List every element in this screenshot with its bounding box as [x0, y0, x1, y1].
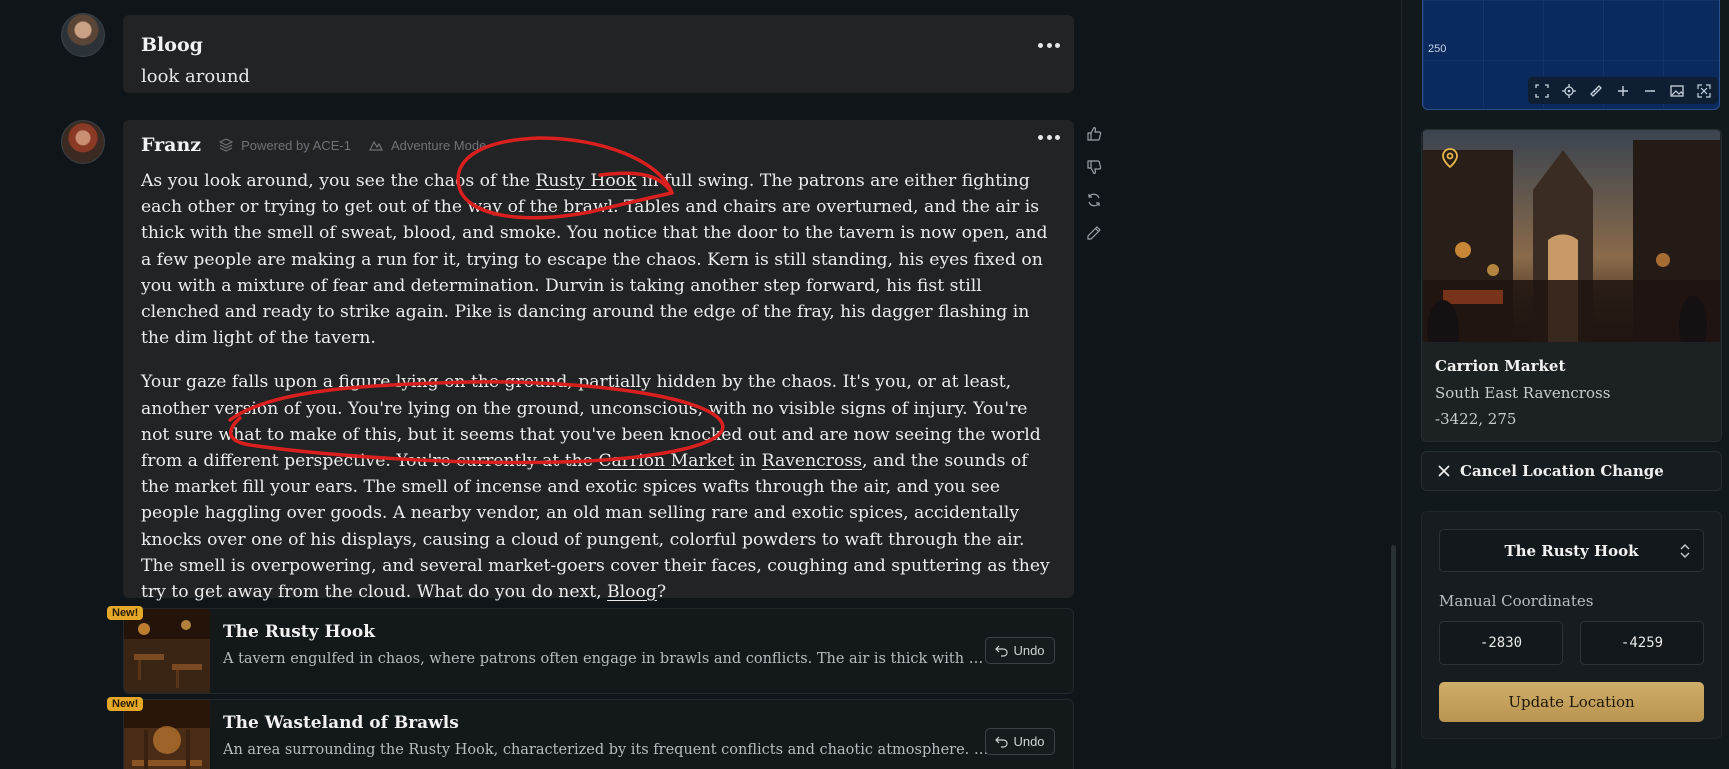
location-desc: A tavern engulfed in chaos, where patron… [223, 651, 984, 667]
zoom-in-icon[interactable] [1615, 83, 1631, 99]
map-axis-label: 250 [1428, 43, 1447, 55]
more-options-icon[interactable] [1038, 135, 1060, 141]
location-select-value: The Rusty Hook [1504, 541, 1639, 560]
edit-icon[interactable] [1086, 225, 1102, 241]
message-body: As you look around, you see the chaos of… [141, 168, 1061, 623]
mode: Adventure Mode [368, 137, 487, 153]
link-rusty-hook[interactable]: Rusty Hook [535, 171, 636, 191]
undo-icon [995, 736, 1009, 748]
link-ravencross[interactable]: Ravencross [762, 451, 862, 471]
undo-icon [995, 645, 1009, 657]
message-author: Bloog [141, 34, 203, 56]
image-icon[interactable] [1669, 83, 1685, 99]
locate-icon[interactable] [1561, 83, 1577, 99]
mountain-icon [368, 140, 383, 151]
message-franz: Franz Powered by ACE-1 Adventure Mode As… [123, 120, 1074, 602]
text-segment: in full swing. The patrons are either fi… [141, 171, 1048, 349]
current-location-card: Carrion Market South East Ravencross -34… [1421, 129, 1722, 442]
link-carrion-market[interactable]: Carrion Market [598, 451, 734, 471]
thumbs-up-icon[interactable] [1086, 126, 1102, 142]
undo-button[interactable]: Undo [985, 728, 1055, 755]
powered-by: Powered by ACE-1 [219, 138, 351, 153]
update-location-button[interactable]: Update Location [1439, 682, 1704, 722]
layers-icon [219, 138, 234, 152]
mode-label: Adventure Mode [390, 137, 487, 153]
map-pin-icon [1442, 148, 1458, 169]
fullscreen-icon[interactable] [1696, 83, 1712, 99]
manual-coordinates-label: Manual Coordinates [1439, 592, 1594, 610]
undo-label: Undo [1013, 643, 1045, 658]
location-card-wasteland[interactable]: The Wasteland of Brawls An area surround… [123, 699, 1074, 769]
ruler-icon[interactable] [1588, 83, 1604, 99]
chevron-up-down-icon [1680, 544, 1690, 558]
close-icon [1438, 465, 1450, 477]
message-actions [1086, 126, 1102, 241]
location-desc: An area surrounding the Rusty Hook, char… [223, 742, 989, 758]
text-segment: , and the sounds of the market fill your… [141, 451, 1050, 603]
fit-view-icon[interactable] [1534, 83, 1550, 99]
avatar-bloog [61, 13, 105, 57]
paragraph: Your gaze falls upon a figure lying on t… [141, 369, 1061, 605]
text-segment: ? [656, 582, 667, 603]
map-toolbar [1528, 77, 1718, 104]
cancel-location-change-button[interactable]: Cancel Location Change [1421, 451, 1722, 491]
cancel-label: Cancel Location Change [1460, 462, 1664, 480]
location-title: The Rusty Hook [223, 622, 375, 642]
location-select[interactable]: The Rusty Hook [1439, 529, 1704, 572]
location-title: The Wasteland of Brawls [223, 713, 459, 733]
location-card-rusty-hook[interactable]: The Rusty Hook A tavern engulfed in chao… [123, 608, 1074, 694]
zoom-out-icon[interactable] [1642, 83, 1658, 99]
undo-label: Undo [1013, 734, 1045, 749]
text-segment: As you look around, you see the chaos of… [141, 171, 536, 191]
avatar-franz [61, 120, 105, 164]
tavern-thumbnail [124, 609, 210, 693]
location-region: South East Ravencross [1435, 384, 1611, 402]
message-author: Franz [141, 134, 202, 156]
text-segment: in [734, 451, 762, 472]
location-name: Carrion Market [1435, 357, 1566, 375]
world-map[interactable]: 250 [1422, 0, 1720, 110]
new-badge: New! [107, 606, 144, 620]
coordinate-x-input[interactable] [1439, 621, 1563, 665]
undo-button[interactable]: Undo [985, 637, 1055, 664]
paragraph: As you look around, you see the chaos of… [141, 168, 1061, 351]
message-header: Franz Powered by ACE-1 Adventure Mode [141, 134, 486, 156]
message-bloog: Bloog look around [123, 15, 1074, 93]
more-options-icon[interactable] [1038, 43, 1060, 49]
link-bloog[interactable]: Bloog [607, 582, 657, 602]
location-coordinates: -3422, 275 [1435, 410, 1517, 428]
message-text: look around [141, 66, 250, 87]
chat-scrollbar[interactable] [1391, 545, 1396, 769]
regenerate-icon[interactable] [1086, 192, 1102, 208]
location-form: The Rusty Hook Manual Coordinates Update… [1421, 511, 1722, 739]
coordinate-y-input[interactable] [1580, 621, 1704, 665]
new-badge: New! [107, 697, 144, 711]
market-image [1423, 130, 1720, 342]
thumbs-down-icon[interactable] [1086, 159, 1102, 175]
powered-by-label: Powered by ACE-1 [241, 137, 351, 153]
